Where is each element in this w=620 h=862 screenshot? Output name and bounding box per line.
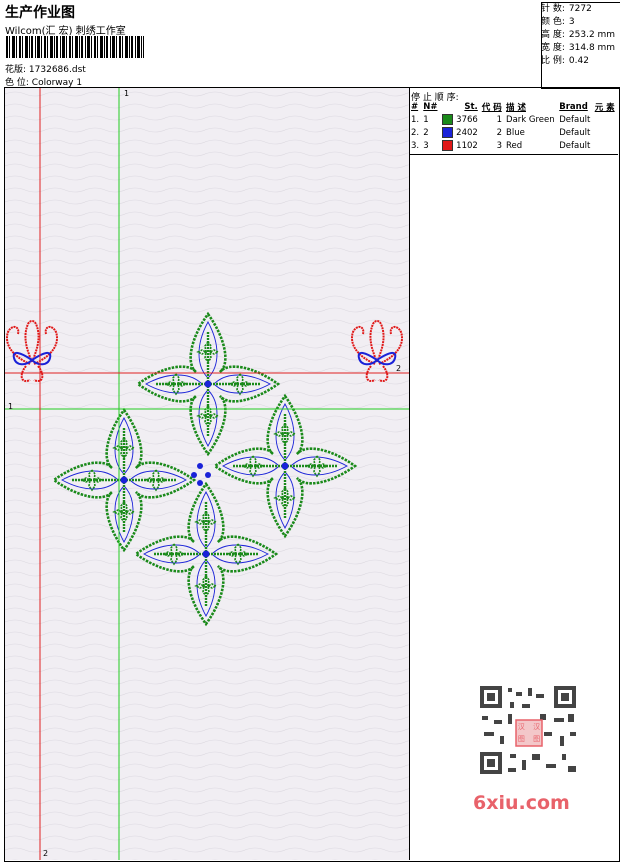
col-element: 元 素 bbox=[594, 103, 615, 113]
table-row: 2. 2 2402 2 Blue Default bbox=[409, 126, 617, 139]
guide-label-green-horizontal: 1 bbox=[8, 402, 14, 411]
row-stitches: 2402 bbox=[440, 126, 480, 139]
row-n: 2 bbox=[423, 127, 429, 138]
stats-list: 针 数: 7272 颜 色: 3 高 度: 253.2 mm 宽 度: 314.8 mm… bbox=[541, 3, 619, 68]
table-row: 1. 1 3766 1 Dark Green Default bbox=[409, 113, 617, 126]
watermark-text: 6xiu.com bbox=[473, 792, 570, 814]
color-swatch bbox=[442, 114, 454, 125]
row-code: 1 bbox=[496, 114, 503, 125]
guide-label-green-vertical: 1 bbox=[124, 89, 130, 98]
col-desc: 描 述 bbox=[506, 103, 526, 113]
page-title: 生产作业图 bbox=[5, 5, 75, 21]
seal-text: 汉 汉 图 图 bbox=[517, 723, 541, 743]
row-description: Red bbox=[506, 140, 523, 151]
barcode bbox=[6, 36, 144, 58]
row-code: 2 bbox=[496, 127, 503, 138]
color-swatch bbox=[442, 140, 454, 151]
stat-height: 高 度: 253.2 mm bbox=[541, 30, 616, 40]
table-bottom-rule bbox=[409, 154, 618, 155]
row-description: Blue bbox=[506, 127, 525, 138]
row-description: Dark Green bbox=[506, 114, 555, 125]
color-swatch bbox=[442, 127, 454, 138]
company-name: Wilcom(汇 宏) 刺绣工作室 bbox=[5, 26, 126, 37]
row-num: 2. bbox=[411, 127, 420, 138]
row-element bbox=[593, 126, 617, 139]
row-element bbox=[593, 113, 617, 126]
table-header-row: # N# St. 代 码 描 述 Brand 元 素 bbox=[409, 101, 617, 113]
row-stitches: 1102 bbox=[440, 139, 480, 152]
stat-width: 宽 度: 314.8 mm bbox=[541, 43, 616, 53]
row-brand: Default bbox=[559, 114, 591, 125]
col-n: N# bbox=[423, 102, 438, 112]
row-brand: Default bbox=[559, 140, 591, 151]
stat-scale: 比 例: 0.42 bbox=[541, 56, 589, 66]
design-canvas bbox=[5, 88, 409, 860]
stat-colors: 颜 色: 3 bbox=[541, 17, 575, 27]
col-brand: Brand bbox=[559, 102, 588, 112]
row-num: 3. bbox=[411, 140, 420, 151]
row-brand: Default bbox=[559, 127, 591, 138]
table-row: 3. 3 1102 3 Red Default bbox=[409, 139, 617, 152]
design-file-line: 花版: 1732686.dst bbox=[5, 62, 86, 75]
embroidery-preview bbox=[5, 88, 409, 860]
row-n: 3 bbox=[423, 140, 429, 151]
row-code: 3 bbox=[496, 140, 503, 151]
panel-divider bbox=[409, 88, 410, 860]
guide-label-red-vertical: 2 bbox=[43, 849, 49, 858]
stat-stitches: 针 数: 7272 bbox=[541, 4, 592, 14]
guide-label-red-horizontal: 2 bbox=[396, 364, 402, 373]
col-num: # bbox=[411, 102, 419, 112]
row-num: 1. bbox=[411, 114, 420, 125]
stop-sequence-table: # N# St. 代 码 描 述 Brand 元 素 1. 1 3766 1 Dark … bbox=[409, 101, 617, 152]
col-code: 代 码 bbox=[481, 103, 502, 113]
col-st: St. bbox=[464, 102, 478, 112]
row-element bbox=[593, 139, 617, 152]
row-n: 1 bbox=[423, 114, 429, 125]
design-label: 花版: bbox=[5, 65, 27, 75]
design-file-name: 1732686.dst bbox=[28, 65, 86, 75]
row-stitches: 3766 bbox=[440, 113, 480, 126]
